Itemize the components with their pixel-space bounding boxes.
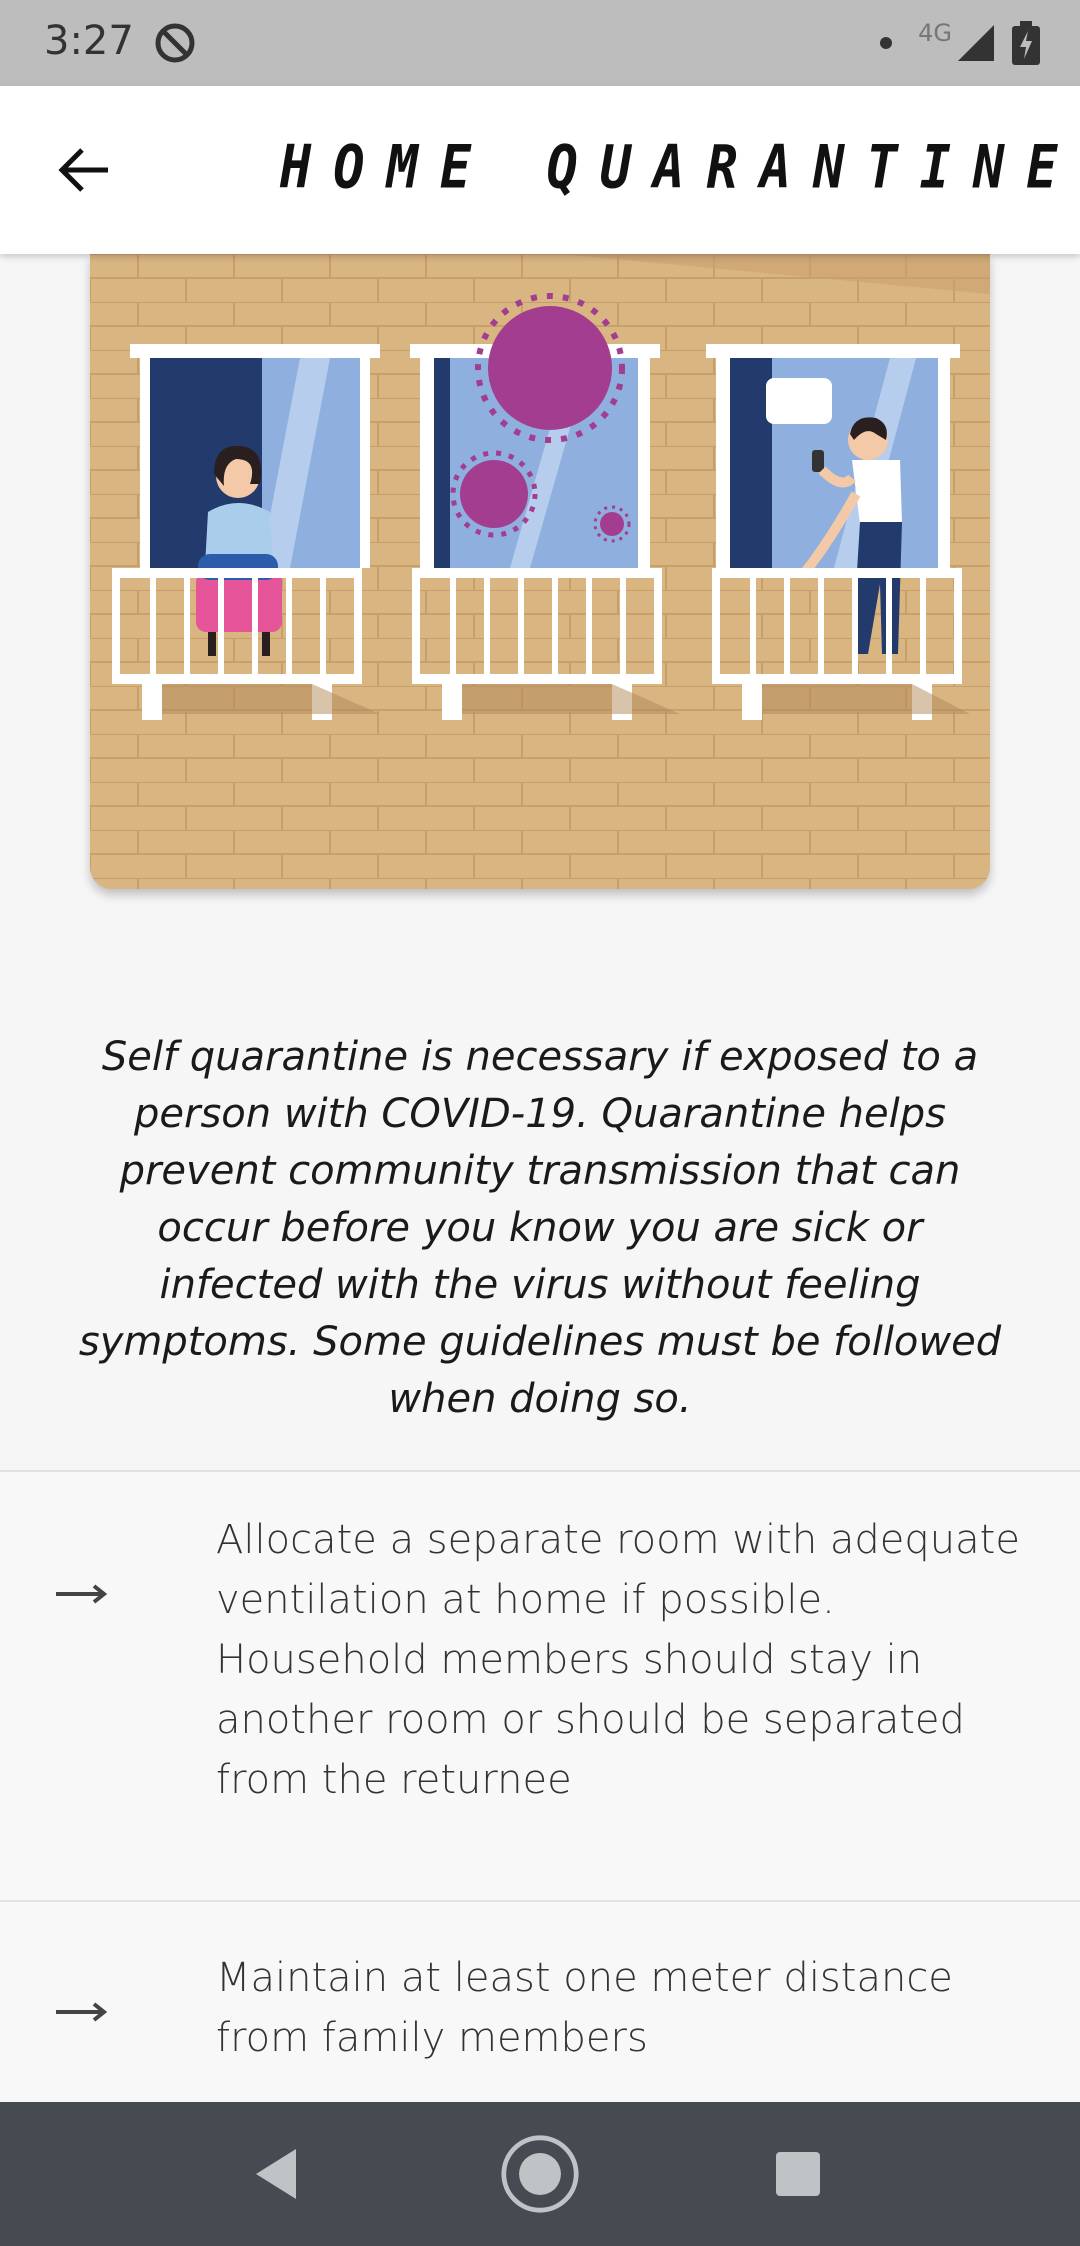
guideline-list: Allocate a separate room with adequate v… (0, 1470, 1080, 2102)
content-scroll[interactable]: Self quarantine is necessary if exposed … (0, 254, 1080, 2102)
list-item: Allocate a separate room with adequate v… (0, 1470, 1080, 1900)
guideline-text: Maintain at least one meter distance fro… (216, 1955, 953, 2061)
nav-back-button[interactable] (236, 2134, 316, 2214)
back-button[interactable] (40, 130, 128, 210)
status-bar: 3:27 4G (0, 0, 1080, 86)
status-time: 3:27 (44, 18, 134, 64)
arrow-right-icon (56, 2002, 108, 2022)
list-item: Maintain at least one meter distance fro… (0, 1900, 1080, 2102)
status-icons: 4G (880, 16, 1040, 70)
do-not-disturb-icon (155, 23, 195, 63)
arrow-right-icon (56, 1584, 108, 1604)
quarantine-balconies-illustration (90, 254, 990, 889)
nav-recents-button[interactable] (758, 2134, 838, 2214)
page-title: HOME QUARANTINE (280, 133, 1080, 203)
guideline-text: Allocate a separate room with adequate v… (216, 1517, 1020, 1803)
battery-charging-icon (1012, 21, 1040, 65)
nav-home-icon (501, 2135, 579, 2213)
arrow-left-icon (58, 148, 108, 192)
illustration-svg (90, 254, 990, 889)
intro-text: Self quarantine is necessary if exposed … (78, 1034, 1002, 1422)
nav-back-icon (256, 2149, 296, 2199)
nav-home-button[interactable] (500, 2134, 580, 2214)
nav-recents-icon (776, 2152, 820, 2196)
dot-icon (880, 37, 893, 49)
navigation-bar (0, 2102, 1080, 2246)
app-bar: HOME QUARANTINE (0, 86, 1080, 254)
network-type: 4G (918, 19, 952, 47)
signal-icon (958, 25, 994, 61)
